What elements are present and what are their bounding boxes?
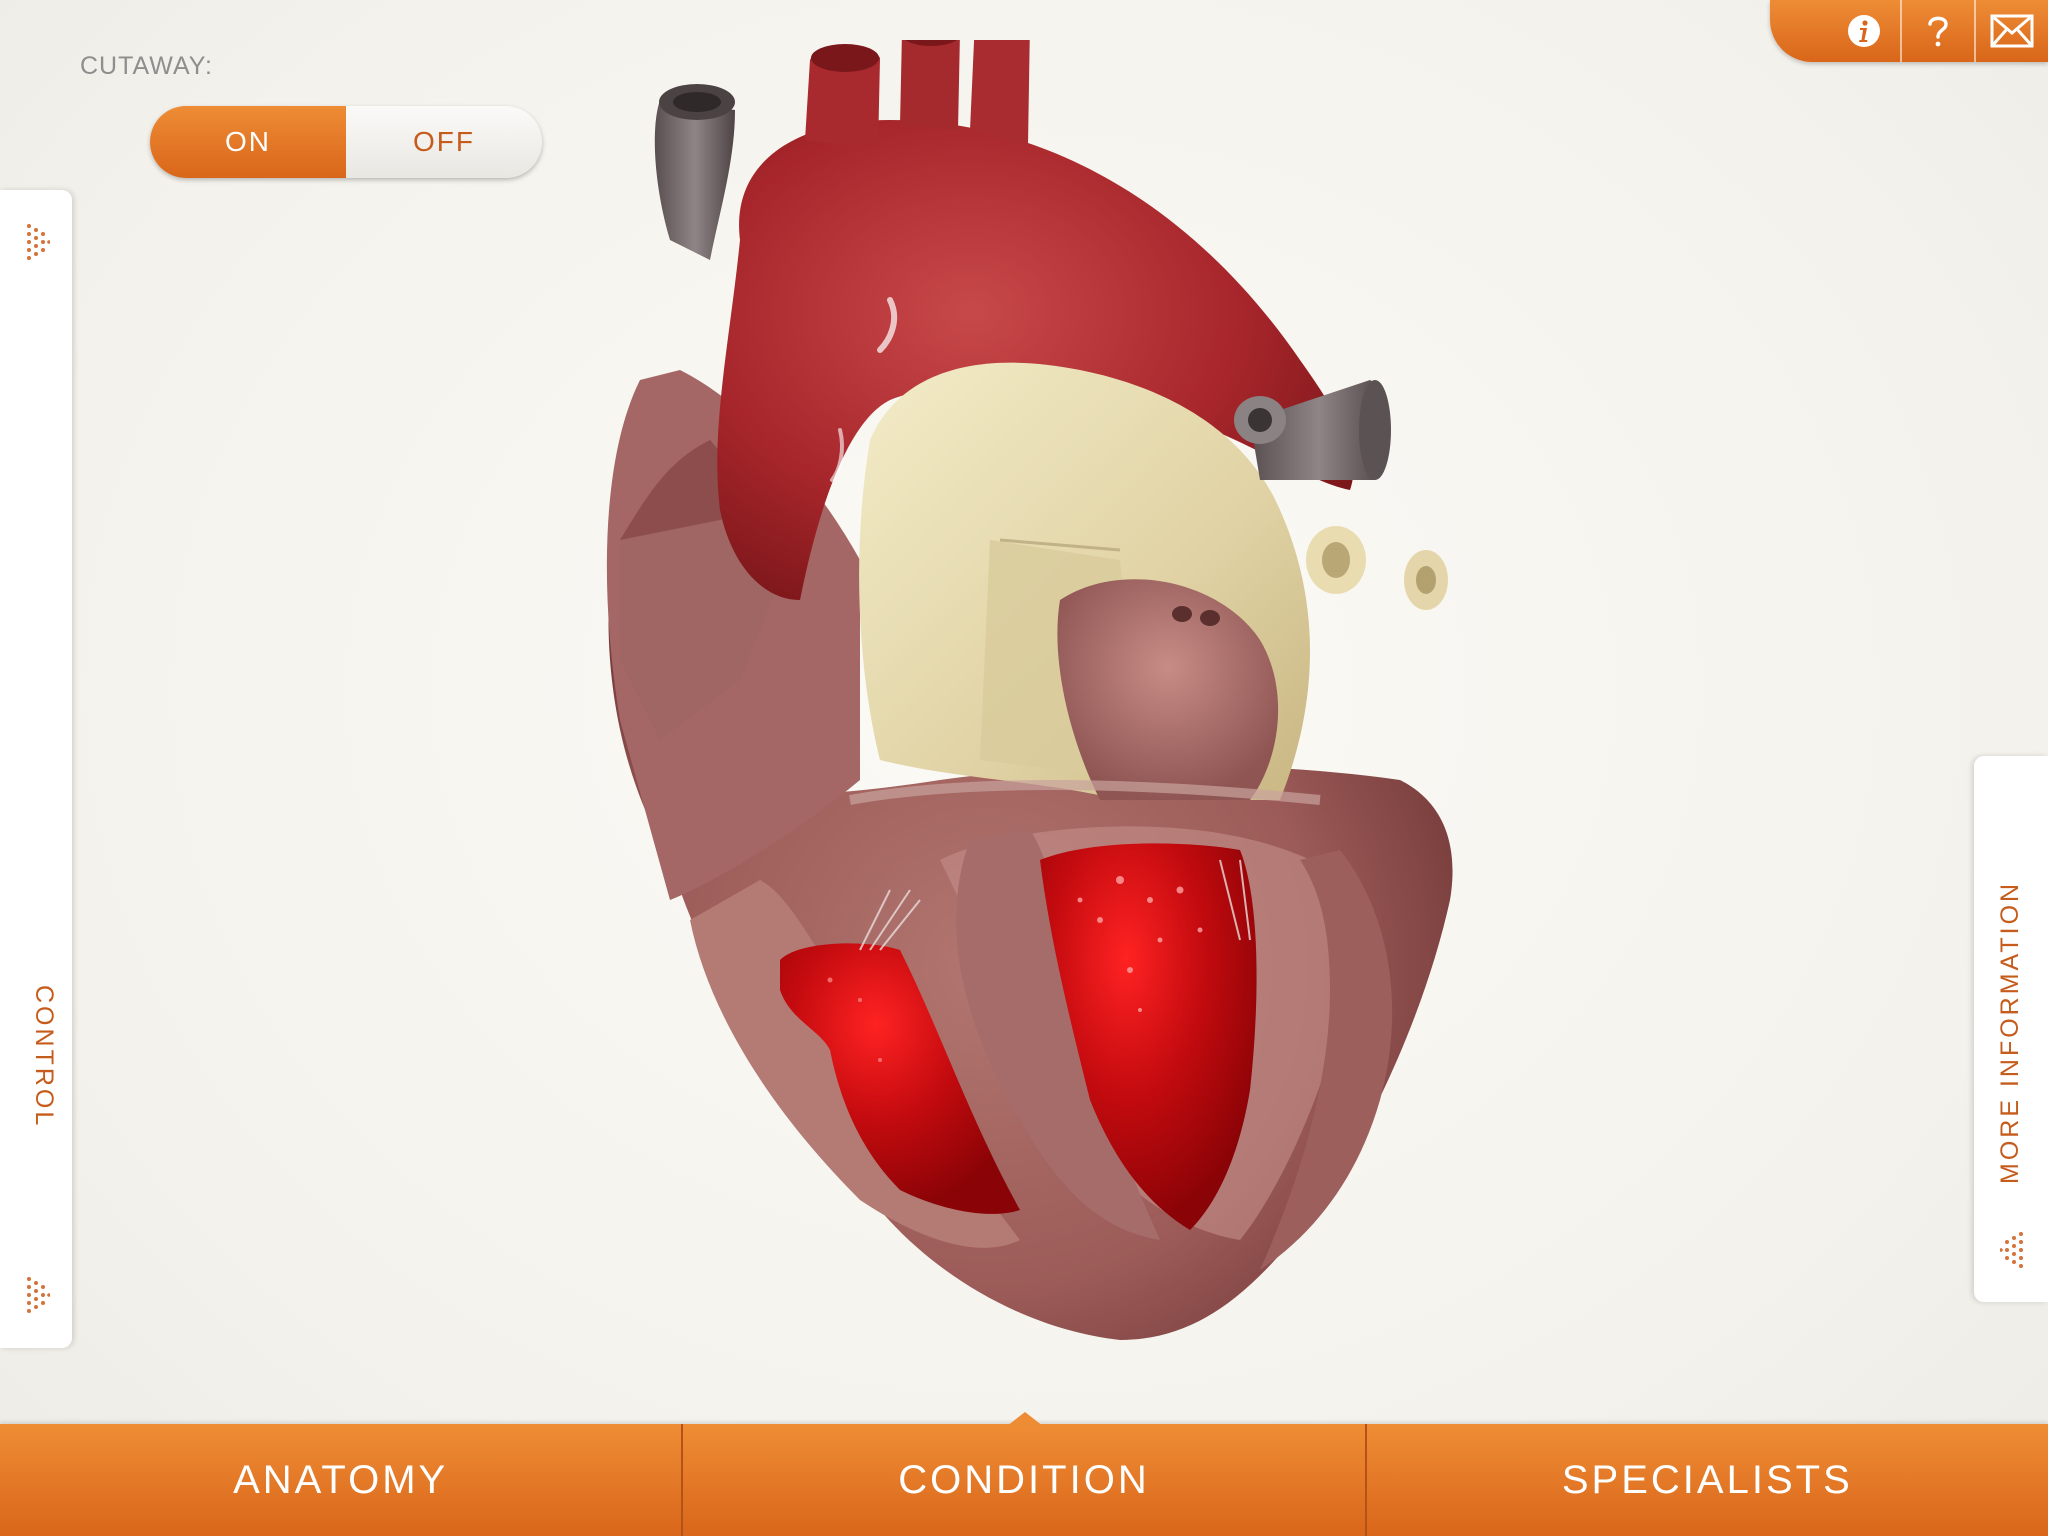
- collapse-arrow-icon[interactable]: [2000, 1230, 2024, 1270]
- expand-arrow-icon[interactable]: [26, 1275, 50, 1315]
- help-icon: [1928, 16, 1948, 47]
- email-icon: [1990, 14, 2034, 48]
- help-button[interactable]: [1900, 0, 1974, 62]
- bottom-navigation: ANATOMY CONDITION SPECIALISTS: [0, 1424, 2048, 1536]
- info-button[interactable]: [1828, 0, 1900, 62]
- top-toolbar: [1770, 0, 2048, 62]
- cutaway-label: CUTAWAY:: [80, 52, 213, 80]
- heart-3d-model[interactable]: [560, 40, 1460, 1370]
- cutaway-off-button[interactable]: OFF: [346, 106, 542, 178]
- tab-condition[interactable]: CONDITION: [681, 1424, 1364, 1536]
- tab-anatomy[interactable]: ANATOMY: [0, 1424, 681, 1536]
- control-label: CONTROL: [30, 985, 58, 1129]
- control-panel-tab[interactable]: [0, 190, 72, 1348]
- active-tab-indicator: [1007, 1412, 1043, 1426]
- more-information-label: MORE INFORMATION: [1996, 880, 2024, 1184]
- info-icon: [1848, 15, 1880, 47]
- cutaway-on-button[interactable]: ON: [150, 106, 346, 178]
- tab-specialists[interactable]: SPECIALISTS: [1364, 1424, 2048, 1536]
- email-button[interactable]: [1974, 0, 2048, 62]
- cutaway-toggle[interactable]: ON OFF: [150, 106, 542, 178]
- expand-arrow-icon[interactable]: [26, 222, 50, 262]
